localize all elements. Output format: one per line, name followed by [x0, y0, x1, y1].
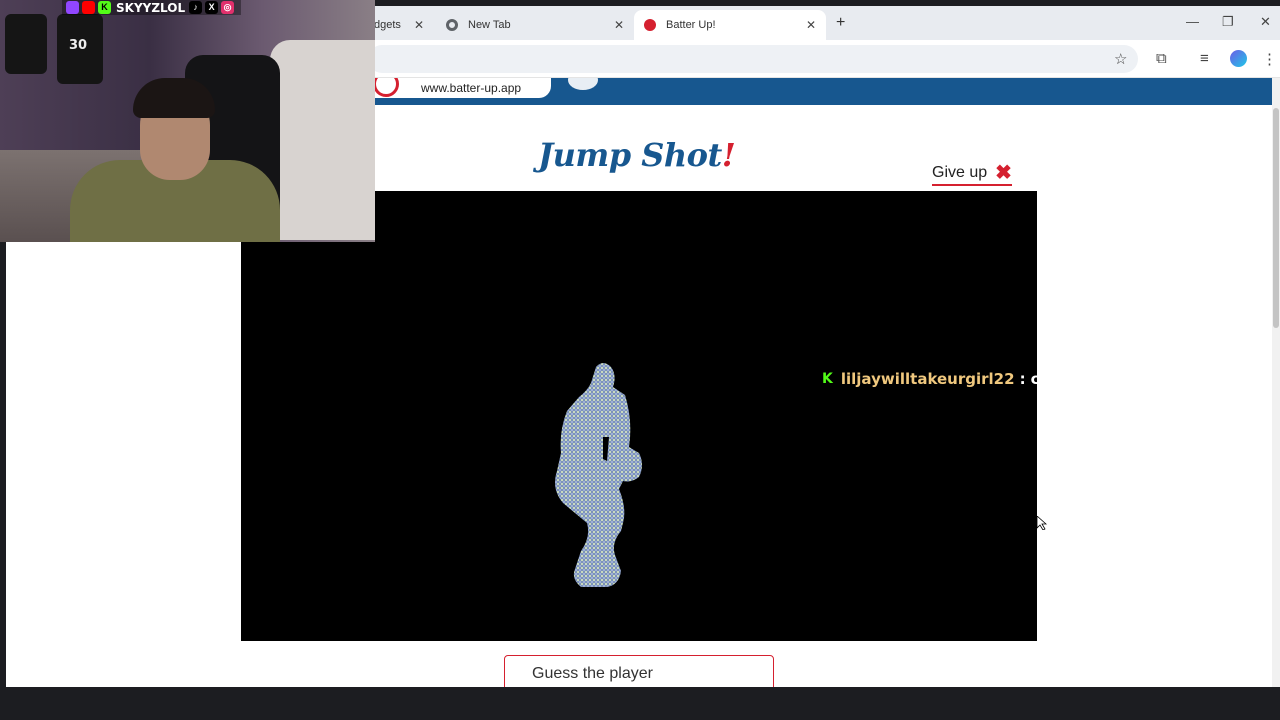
kick-icon: K: [98, 1, 111, 14]
tab-widgets[interactable]: dgets ✕: [374, 10, 434, 40]
give-up-button[interactable]: Give up ✖: [932, 162, 1012, 186]
guess-player-input[interactable]: Guess the player: [504, 655, 774, 687]
desktop: dgets ✕ New Tab ✕ Batter Up! ✕ + — ❐ ✕ ☆…: [0, 0, 1280, 720]
tab-label: dgets: [374, 19, 401, 31]
media-controls-icon[interactable]: ≡: [1200, 50, 1209, 67]
silhouette-canvas: [241, 191, 1037, 641]
game-title-accent: !: [721, 136, 736, 174]
minimize-button[interactable]: —: [1186, 14, 1199, 29]
extensions-icon[interactable]: ⧉: [1156, 50, 1167, 67]
page-title: Jump Shot!: [538, 136, 736, 174]
close-icon[interactable]: ✕: [414, 18, 424, 32]
close-icon[interactable]: ✕: [806, 18, 816, 32]
restore-button[interactable]: ❐: [1222, 14, 1234, 30]
tab-label: Batter Up!: [666, 19, 716, 31]
youtube-icon: [82, 1, 95, 14]
kick-icon: K: [822, 371, 833, 387]
address-bar[interactable]: [368, 45, 1138, 73]
game-title-text: Jump Shot: [538, 136, 722, 174]
close-icon[interactable]: ✕: [614, 18, 624, 32]
stream-chat-message: K liljaywilltakeurgirl22 : cj: [822, 370, 1045, 388]
header-avatar[interactable]: [568, 78, 598, 90]
browser-menu-icon[interactable]: ⋮: [1262, 50, 1277, 68]
tab-new-tab[interactable]: New Tab ✕: [436, 10, 634, 40]
tab-batter-up[interactable]: Batter Up! ✕: [634, 10, 826, 40]
site-url: www.batter-up.app: [421, 81, 522, 95]
tab-label: New Tab: [468, 19, 511, 31]
give-up-label: Give up: [932, 164, 988, 181]
chat-username: liljaywilltakeurgirl22: [840, 370, 1015, 388]
guess-placeholder: Guess the player: [532, 665, 653, 682]
social-handles-bar: K SKYYZLOL ♪ X ◎: [62, 0, 242, 15]
wall-jersey: [5, 14, 47, 74]
tiktok-icon: ♪: [189, 1, 203, 14]
webcam-overlay: 30 K SKYYZLOL ♪ X ◎: [0, 0, 375, 242]
chrome-icon: [446, 19, 458, 31]
webcam-bed: [270, 40, 375, 240]
site-url-badge[interactable]: www.batter-up.app: [371, 78, 551, 98]
chat-separator: :: [1019, 370, 1026, 388]
batter-up-favicon-icon: [644, 19, 656, 31]
page-scrollbar[interactable]: [1272, 78, 1280, 687]
instagram-icon: ◎: [221, 1, 235, 14]
window-close-button[interactable]: ✕: [1260, 14, 1271, 30]
mouse-cursor-icon: [1037, 516, 1047, 530]
streamer-handle: SKYYZLOL: [116, 0, 186, 15]
jersey-number: 30: [69, 38, 88, 53]
profile-avatar-icon[interactable]: [1230, 50, 1247, 67]
streamer-hair: [133, 78, 215, 118]
chat-message: cj: [1030, 370, 1045, 388]
batter-up-logo-icon: [373, 78, 399, 97]
close-x-icon: ✖: [995, 162, 1012, 184]
new-tab-button[interactable]: +: [836, 14, 845, 32]
x-icon: X: [205, 1, 219, 14]
player-silhouette: [555, 363, 642, 587]
twitch-icon: [66, 1, 79, 14]
bookmark-star-icon[interactable]: ☆: [1114, 50, 1127, 68]
wall-jersey: 30: [57, 14, 103, 84]
scrollbar-thumb[interactable]: [1273, 108, 1279, 328]
